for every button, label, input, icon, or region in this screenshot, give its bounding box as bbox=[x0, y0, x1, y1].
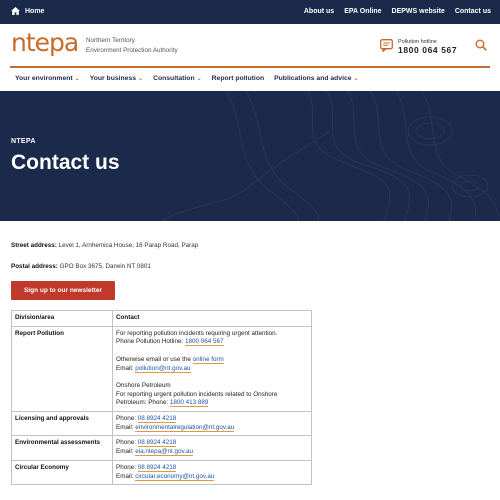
street-address-value: Level 1, Arnhemica House, 16 Parap Road,… bbox=[56, 242, 199, 249]
nav-label: Consultation bbox=[153, 75, 195, 82]
nav-publications-and-advice[interactable]: Publications and advice ⌄ bbox=[274, 70, 358, 87]
home-icon bbox=[11, 7, 20, 15]
postal-address-value: GPO Box 3675, Darwin NT 0801 bbox=[57, 263, 151, 270]
main-nav: Your environment ⌄ Your business ⌄ Consult… bbox=[0, 70, 500, 88]
phone-link[interactable]: 08 8924 4218 bbox=[137, 463, 177, 472]
contact-phone-line: Phone: 08 8924 4218 bbox=[116, 463, 308, 473]
contact-us-link[interactable]: Contact us bbox=[455, 8, 491, 15]
logo-subtitle-line1: Northern Territory bbox=[86, 37, 135, 44]
chevron-down-icon: ⌄ bbox=[353, 76, 359, 82]
postal-address-label: Postal address: bbox=[11, 263, 58, 270]
email-link[interactable]: circular.economy@nt.gov.au bbox=[135, 472, 215, 481]
phone-link[interactable]: 1800 413 889 bbox=[169, 399, 209, 408]
search-icon[interactable] bbox=[475, 39, 487, 51]
contact-text: For reporting pollution incidents requir… bbox=[116, 329, 278, 337]
contact-label: Email: bbox=[116, 364, 136, 372]
phone-chat-icon bbox=[380, 39, 393, 52]
table-row: Circular Economy Phone: 08 8924 4218 Ema… bbox=[11, 459, 312, 486]
site-header: ntepa Northern Territory Environment Pro… bbox=[0, 24, 500, 69]
contact-label: Petroleum: Phone: bbox=[116, 399, 170, 407]
phone-link[interactable]: 08 8924 4218 bbox=[137, 439, 177, 448]
division-name: Environmental assessments bbox=[11, 435, 113, 461]
chevron-down-icon: ⌄ bbox=[138, 76, 144, 82]
contact-email-line: Email: environmentalregulation@nt.gov.au bbox=[116, 423, 308, 433]
table-row: Environmental assessments Phone: 08 8924… bbox=[11, 435, 312, 461]
contact-email-line: Email: eia.ntepa@nt.gov.au bbox=[116, 448, 308, 457]
contact-phone-line: Petroleum: Phone: 1800 413 889 bbox=[116, 399, 308, 408]
email-link[interactable]: eia.ntepa@nt.gov.au bbox=[135, 448, 193, 457]
email-link[interactable]: environmentalregulation@nt.gov.au bbox=[135, 423, 235, 432]
logo-subtitle-line2: Environment Protection Authority bbox=[86, 47, 178, 54]
contact-email-line: Email: pollution@nt.gov.au bbox=[116, 364, 308, 374]
contact-phone-line: Phone: 08 8924 4218 bbox=[116, 415, 308, 424]
phone-link[interactable]: 08 8924 4218 bbox=[137, 415, 177, 423]
logo-subtitle: Northern Territory Environment Protectio… bbox=[86, 36, 206, 56]
about-us-link[interactable]: About us bbox=[304, 8, 334, 15]
table-header-row: Division/area Contact bbox=[11, 310, 312, 327]
chevron-down-icon: ⌄ bbox=[74, 76, 80, 82]
contact-table: Division/area Contact Report Pollution F… bbox=[11, 310, 312, 486]
hotline-number[interactable]: 1800 064 567 bbox=[398, 45, 457, 55]
logo-wordmark: ntepa bbox=[11, 28, 79, 57]
nav-report-pollution[interactable]: Report pollution bbox=[212, 70, 264, 87]
contact-cell: Phone: 08 8924 4218 Email: environmental… bbox=[112, 410, 312, 437]
pollution-hotline[interactable]: Pollution hotline 1800 064 567 bbox=[380, 38, 470, 56]
contact-label: Email: bbox=[116, 423, 136, 431]
contact-email-line: Email: circular.economy@nt.gov.au bbox=[116, 472, 308, 482]
contact-label: Phone: bbox=[116, 463, 138, 471]
contact-label: Phone Pollution Hotline: bbox=[116, 338, 185, 346]
epa-online-link[interactable]: EPA Online bbox=[344, 8, 381, 15]
postal-address: Postal address: GPO Box 3675, Darwin NT … bbox=[11, 263, 151, 270]
phone-link[interactable]: 1800 064 567 bbox=[184, 338, 224, 347]
contact-label: Otherwise email or use the bbox=[116, 355, 193, 363]
utility-links: About us EPA Online DEPWS website Contac… bbox=[304, 8, 491, 15]
contact-cell: For reporting pollution incidents requir… bbox=[112, 325, 312, 413]
street-address-label: Street address: bbox=[11, 242, 57, 249]
column-header-contact: Contact bbox=[112, 310, 312, 327]
hero-banner: NTEPA Contact us bbox=[0, 91, 500, 221]
contact-phone-line: Phone: 08 8924 4218 bbox=[116, 439, 308, 448]
division-name: Circular Economy bbox=[11, 459, 113, 486]
contact-label: Phone: bbox=[116, 415, 138, 422]
contact-form-line: Otherwise email or use the online form bbox=[116, 355, 308, 365]
page-kicker: NTEPA bbox=[11, 138, 36, 145]
contact-phone-line: Phone Pollution Hotline: 1800 064 567 bbox=[116, 338, 308, 347]
nav-your-business[interactable]: Your business ⌄ bbox=[90, 70, 143, 87]
depws-website-link[interactable]: DEPWS website bbox=[392, 8, 445, 15]
nav-label: Report pollution bbox=[211, 75, 265, 82]
contact-text: For reporting urgent pollution incidents… bbox=[116, 390, 278, 398]
column-header-division: Division/area bbox=[11, 310, 113, 327]
home-link[interactable]: Home bbox=[11, 7, 44, 15]
newsletter-signup-button[interactable]: Sign up to our newsletter bbox=[11, 281, 115, 300]
nav-consultation[interactable]: Consultation ⌄ bbox=[153, 70, 202, 87]
table-row: Licensing and approvals Phone: 08 8924 4… bbox=[11, 410, 312, 437]
nav-your-environment[interactable]: Your environment ⌄ bbox=[15, 70, 80, 87]
division-name: Report Pollution bbox=[11, 325, 113, 413]
chevron-down-icon: ⌄ bbox=[196, 76, 202, 82]
nav-label: Your environment bbox=[15, 75, 73, 82]
street-address: Street address: Level 1, Arnhemica House… bbox=[11, 242, 198, 249]
page-title: Contact us bbox=[11, 151, 120, 174]
contact-cell: Phone: 08 8924 4218 Email: eia.ntepa@nt.… bbox=[112, 435, 312, 461]
contact-label: Email: bbox=[116, 448, 136, 456]
header-divider bbox=[10, 66, 490, 68]
table-row: Report Pollution For reporting pollution… bbox=[11, 325, 312, 413]
email-link[interactable]: pollution@nt.gov.au bbox=[135, 364, 191, 373]
division-name: Licensing and approvals bbox=[11, 410, 113, 437]
top-bar: Home About us EPA Online DEPWS website C… bbox=[0, 0, 500, 24]
nav-label: Publications and advice bbox=[274, 75, 352, 82]
nav-label: Your business bbox=[89, 75, 137, 82]
contact-cell: Phone: 08 8924 4218 Email: circular.econ… bbox=[112, 459, 312, 486]
home-label: Home bbox=[25, 7, 45, 15]
contact-label: Phone: bbox=[116, 439, 138, 447]
contact-subheading: Onshore Petroleum bbox=[116, 381, 171, 389]
contact-label: Email: bbox=[116, 472, 136, 480]
online-form-link[interactable]: online form bbox=[192, 355, 224, 364]
